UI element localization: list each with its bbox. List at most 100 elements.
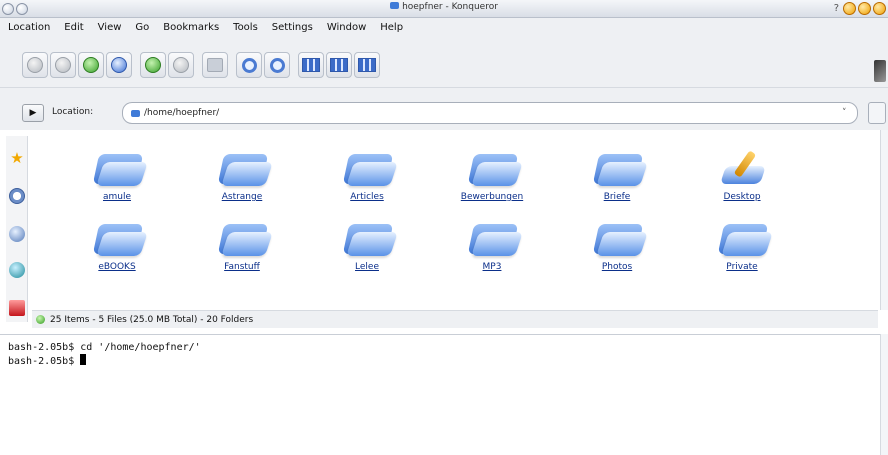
location-bar: ▶ Location: /home/hoepfner/ ˅ (0, 88, 888, 130)
menu-view[interactable]: View (98, 22, 122, 33)
cut-button[interactable] (202, 52, 228, 78)
folder-url-icon (131, 109, 140, 117)
file-item[interactable]: Photos (562, 218, 672, 272)
status-bar: 25 Items - 5 Files (25.0 MB Total) - 20 … (32, 310, 878, 328)
folder-icon (215, 218, 273, 258)
file-name: Private (726, 262, 758, 272)
up-button[interactable] (78, 52, 104, 78)
file-name: Lelee (355, 262, 379, 272)
file-item[interactable]: eBOOKS (62, 218, 172, 272)
view-menu-icon (358, 58, 376, 72)
desktop-icon (715, 148, 769, 188)
cut-icon (207, 58, 223, 72)
menu-bar: Location Edit View Go Bookmarks Tools Se… (0, 18, 888, 36)
status-dot-icon (36, 315, 45, 324)
title-bar: hoepfner - Konqueror ? (0, 0, 888, 18)
stop-icon (173, 57, 189, 73)
home-icon (111, 57, 127, 73)
menu-bookmarks[interactable]: Bookmarks (163, 22, 219, 33)
tree-view-icon (330, 58, 348, 72)
file-name: Photos (601, 262, 633, 272)
file-item[interactable]: MP3 (437, 218, 547, 272)
minimize-icon[interactable] (843, 2, 856, 15)
folder-icon (465, 148, 523, 188)
icon-view-icon (302, 58, 320, 72)
menu-edit[interactable]: Edit (64, 22, 83, 33)
file-item[interactable]: Desktop (687, 148, 797, 202)
file-view-scrollbar[interactable] (880, 130, 888, 310)
zoom-out-button[interactable] (264, 52, 290, 78)
main-toolbar (0, 36, 888, 88)
zoom-in-icon (241, 57, 257, 73)
folder-icon (90, 218, 148, 258)
terminal-panel[interactable]: bash-2.05b$ cd '/home/hoepfner/' bash-2.… (0, 334, 880, 455)
media-red-icon[interactable] (9, 300, 25, 316)
file-name: Astrange (221, 192, 263, 202)
file-name: Desktop (723, 192, 761, 202)
folder-icon (340, 218, 398, 258)
menu-go[interactable]: Go (135, 22, 149, 33)
clear-location-button[interactable]: ▶ (22, 104, 44, 122)
up-icon (83, 57, 99, 73)
location-label: Location: (52, 107, 94, 117)
folder-icon (715, 218, 773, 258)
forward-button[interactable] (50, 52, 76, 78)
go-button[interactable] (868, 102, 886, 124)
forward-icon (55, 57, 71, 73)
window-title: hoepfner - Konqueror (0, 2, 888, 12)
zoom-out-icon (269, 57, 285, 73)
location-dropdown-icon[interactable]: ˅ (842, 108, 847, 118)
file-item[interactable]: Briefe (562, 148, 672, 202)
file-name: eBOOKS (98, 262, 136, 272)
bookmarks-star-icon[interactable]: ★ (9, 150, 25, 166)
file-item[interactable]: Bewerbungen (437, 148, 547, 202)
icon-view-button[interactable] (298, 52, 324, 78)
terminal-prompt-line: bash-2.05b$ (8, 354, 872, 368)
folder-icon (340, 148, 398, 188)
zoom-in-button[interactable] (236, 52, 262, 78)
network-icon[interactable] (9, 226, 25, 242)
file-item[interactable]: Fanstuff (187, 218, 297, 272)
folder-icon (590, 148, 648, 188)
services-globe-icon[interactable] (9, 262, 25, 278)
terminal-line: bash-2.05b$ cd '/home/hoepfner/' (8, 342, 201, 353)
menu-help[interactable]: Help (380, 22, 403, 33)
file-name: Bewerbungen (460, 192, 524, 202)
stop-button[interactable] (168, 52, 194, 78)
file-name: Articles (350, 192, 384, 202)
file-item[interactable]: Private (687, 218, 797, 272)
back-button[interactable] (22, 52, 48, 78)
back-icon (27, 57, 43, 73)
folder-icon (215, 148, 273, 188)
file-view: amule Astrange Articles Bewerbungen Brie… (32, 130, 878, 308)
close-icon[interactable] (873, 2, 886, 15)
konqueror-icon (390, 2, 400, 9)
folder-icon (90, 148, 148, 188)
menu-tools[interactable]: Tools (233, 22, 258, 33)
status-text: 25 Items - 5 Files (25.0 MB Total) - 20 … (50, 314, 254, 325)
file-item[interactable]: Articles (312, 148, 422, 202)
view-menu-button[interactable] (354, 52, 380, 78)
help-icon[interactable]: ? (834, 3, 839, 14)
folder-icon (465, 218, 523, 258)
terminal-prompt: bash-2.05b$ (8, 356, 81, 367)
menu-location[interactable]: Location (8, 22, 50, 33)
home-button[interactable] (106, 52, 132, 78)
window-title-text: hoepfner - Konqueror (402, 2, 498, 12)
file-name: Briefe (603, 192, 631, 202)
terminal-scrollbar[interactable] (880, 334, 888, 455)
file-item[interactable]: Astrange (187, 148, 297, 202)
menu-settings[interactable]: Settings (272, 22, 313, 33)
clear-icon: ▶ (29, 108, 37, 118)
reload-button[interactable] (140, 52, 166, 78)
tree-view-button[interactable] (326, 52, 352, 78)
history-clock-icon[interactable] (9, 188, 25, 204)
location-input[interactable]: /home/hoepfner/ (122, 102, 858, 124)
menu-window[interactable]: Window (327, 22, 366, 33)
file-item[interactable]: amule (62, 148, 172, 202)
file-item[interactable]: Lelee (312, 218, 422, 272)
throbber-icon (874, 60, 886, 82)
location-value: /home/hoepfner/ (144, 108, 220, 118)
maximize-icon[interactable] (858, 2, 871, 15)
sidebar: ★ (6, 136, 28, 322)
